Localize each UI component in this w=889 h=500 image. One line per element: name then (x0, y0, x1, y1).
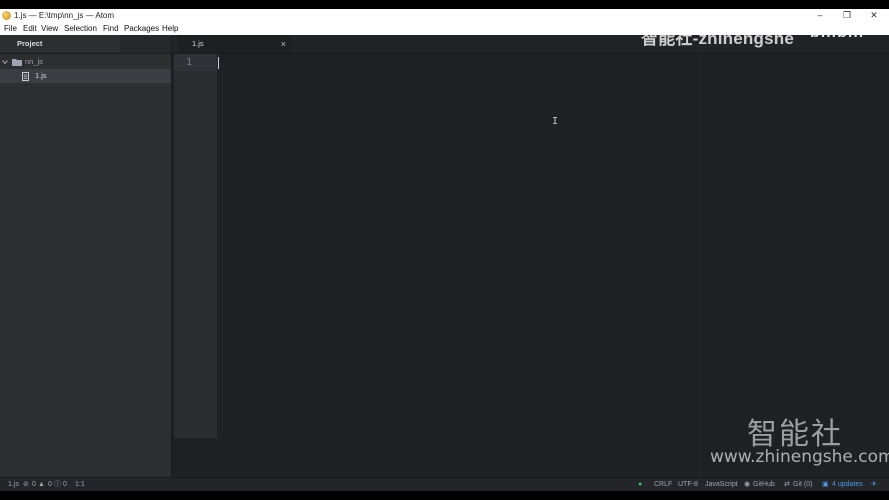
line-number-gutter: 1 (174, 54, 217, 438)
atom-app-icon (2, 11, 11, 20)
bilibili-logo: bilibili (810, 24, 865, 41)
minimize-button[interactable]: – (807, 9, 833, 22)
status-line-ending[interactable]: CRLF (654, 478, 672, 492)
bottom-letterbox (0, 491, 889, 500)
status-encoding[interactable]: UTF-8 (678, 478, 698, 492)
tree-file-label: 1.js (35, 71, 47, 80)
squirrel-update-icon[interactable]: ✈ (871, 478, 877, 492)
status-updates[interactable]: 4 updates (832, 478, 863, 492)
watermark-top-text: 智能社-zhinengshe (641, 29, 794, 48)
tab-project-label: Project (17, 39, 43, 48)
status-errors[interactable]: 0 (32, 478, 36, 492)
menu-packages[interactable]: Packages (124, 22, 159, 35)
line-number: 1 (186, 57, 193, 68)
github-icon[interactable]: ◉ (744, 478, 750, 492)
status-bar: 1.js ⊘ 0 ▲ 0 ⓘ 0 1:1 ● CRLF UTF-8 JavaSc… (0, 477, 889, 492)
restore-button[interactable]: ❐ (834, 9, 860, 22)
status-dot-icon: ● (638, 481, 643, 488)
wrap-guide (700, 54, 701, 477)
menu-file[interactable]: File (4, 22, 17, 35)
status-infos[interactable]: 0 (63, 478, 67, 492)
menu-help[interactable]: Help (162, 22, 178, 35)
menu-view[interactable]: View (41, 22, 58, 35)
tree-file-1-js[interactable]: 1.js (0, 69, 171, 83)
package-icon[interactable]: ▣ (822, 478, 829, 492)
watermark-url: www.zhinengshe.com (710, 447, 889, 467)
git-icon[interactable]: ⇄ (784, 478, 790, 492)
tree-folder-label: nn_js (25, 57, 43, 66)
menu-selection[interactable]: Selection (64, 22, 97, 35)
status-file-name[interactable]: 1.js (8, 478, 19, 492)
file-text-icon (22, 72, 29, 81)
title-bar: 1.js — E:\tmp\nn_js — Atom – ❐ ✕ (0, 9, 889, 22)
atom-window: 1.js — E:\tmp\nn_js — Atom – ❐ ✕ File Ed… (0, 0, 889, 500)
status-cursor-position[interactable]: 1:1 (75, 478, 85, 492)
ibeam-cursor-icon: I (552, 116, 559, 127)
tree-view: Project nn_js 1.js (0, 35, 172, 477)
status-warnings[interactable]: 0 (48, 478, 52, 492)
error-icon[interactable]: ⊘ (23, 478, 29, 492)
status-git[interactable]: Git (0) (793, 478, 812, 492)
tree-view-header: Project (0, 35, 171, 54)
tree-folder-nn-js[interactable]: nn_js (0, 55, 171, 69)
text-cursor (218, 57, 219, 69)
folder-icon (12, 59, 22, 66)
status-grammar[interactable]: JavaScript (705, 478, 738, 492)
info-icon[interactable]: ⓘ (54, 478, 61, 492)
close-tab-icon[interactable]: × (281, 35, 286, 53)
close-window-button[interactable]: ✕ (861, 9, 887, 22)
status-github[interactable]: GitHub (753, 478, 775, 492)
chevron-down-icon[interactable] (2, 59, 8, 65)
warning-icon[interactable]: ▲ (38, 478, 45, 492)
tab-project[interactable]: Project (0, 35, 120, 53)
menu-edit[interactable]: Edit (23, 22, 37, 35)
tab-1-js-label: 1.js (192, 39, 204, 48)
window-title: 1.js — E:\tmp\nn_js — Atom (14, 11, 115, 20)
menu-find[interactable]: Find (103, 22, 119, 35)
active-line-highlight (174, 54, 217, 71)
tab-1-js[interactable]: 1.js × (178, 35, 292, 53)
